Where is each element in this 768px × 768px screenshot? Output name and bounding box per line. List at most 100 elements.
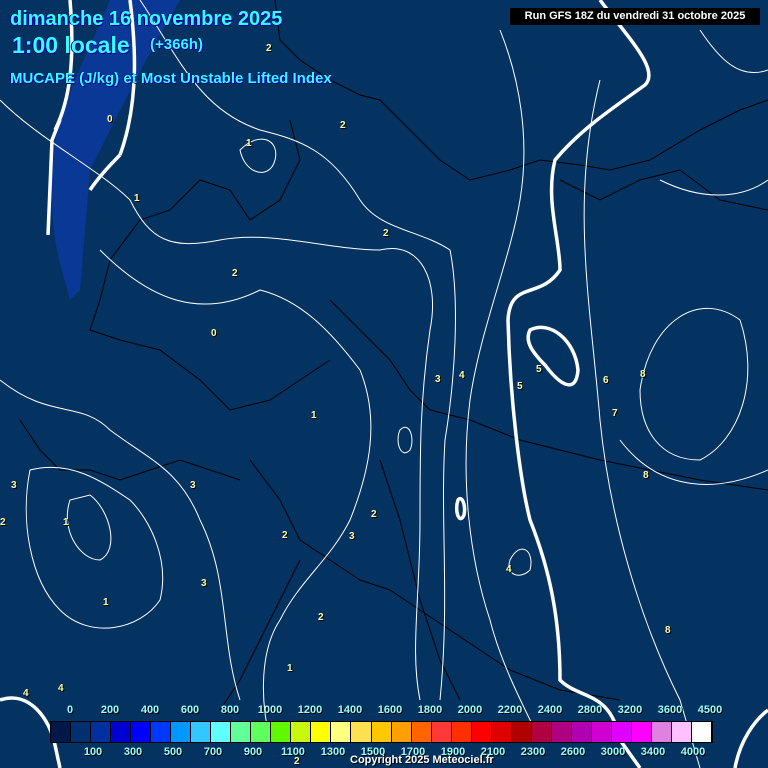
legend-swatch [611,722,632,742]
legend-swatch [251,722,272,742]
contour-label: 1 [311,410,317,421]
contour-label: 3 [190,480,196,491]
forecast-time: 1:00 locale [12,32,130,58]
contour-label: 8 [665,625,671,636]
legend-label-top: 1000 [257,704,283,716]
contour-label: 0 [107,114,113,125]
legend-label-top: 1800 [417,704,443,716]
legend-label-bottom: 1300 [320,746,346,758]
legend-label-top: 3200 [617,704,643,716]
legend-label-bottom: 500 [163,746,183,758]
legend-label-bottom: 100 [83,746,103,758]
forecast-date: dimanche 16 novembre 2025 [10,8,283,30]
legend-swatch [391,722,412,742]
legend-swatch [531,722,552,742]
contour-label: 4 [58,683,64,694]
legend-label-top: 800 [220,704,240,716]
legend-swatch [131,722,152,742]
legend-swatch [171,722,192,742]
legend-swatch [491,722,512,742]
legend-swatch [692,722,713,742]
contour-label: 1 [63,517,69,528]
contour-label: 1 [246,138,252,149]
contour-label: 3 [11,480,17,491]
legend-label-top: 2800 [577,704,603,716]
legend-swatch [551,722,572,742]
contour-label: 1 [287,663,293,674]
legend-swatch [231,722,252,742]
legend-label-top: 2400 [537,704,563,716]
legend-swatch [651,722,672,742]
contour-label: 1 [103,597,109,608]
contour-label: 2 [0,517,6,528]
legend-label-bottom: 3000 [600,746,626,758]
legend-label-top: 1400 [337,704,363,716]
legend-label-bottom: 4000 [680,746,706,758]
contour-label: 2 [232,268,238,279]
legend-swatch [211,722,232,742]
legend-swatch [191,722,212,742]
legend-swatch [151,722,172,742]
legend-label-top: 1600 [377,704,403,716]
weather-map [0,0,768,768]
contour-label: 8 [643,470,649,481]
contour-label: 4 [459,370,465,381]
legend-swatch [71,722,92,742]
legend-swatch [271,722,292,742]
contour-label: 3 [349,531,355,542]
legend-label-top: 2200 [497,704,523,716]
forecast-lead-time: (+366h) [150,36,203,53]
legend-swatch [91,722,112,742]
contour-label: 3 [435,374,441,385]
legend-label-bottom: 2600 [560,746,586,758]
copyright: Copyright 2025 Meteociel.fr [350,754,494,766]
contour-label: 2 [371,509,377,520]
contour-label: 7 [612,408,618,419]
contour-label: 4 [506,564,512,575]
legend-label-top: 0 [66,704,74,716]
legend-label-top: 1200 [297,704,323,716]
legend-label-bottom: 3400 [640,746,666,758]
legend-swatch [331,722,352,742]
model-run-info: Run GFS 18Z du vendredi 31 octobre 2025 [510,8,760,25]
contour-label: 0 [211,328,217,339]
legend-swatch [291,722,312,742]
legend-swatch [351,722,372,742]
legend-label-bottom: 1100 [281,746,305,758]
legend-swatch [631,722,652,742]
legend-swatch [591,722,612,742]
legend-label-bottom: 900 [243,746,263,758]
contour-label: 2 [318,612,324,623]
legend-label-top: 2000 [457,704,483,716]
legend-label-bottom: 300 [123,746,143,758]
contour-label: 3 [201,578,207,589]
contour-label: 2 [383,228,389,239]
contour-label: 6 [603,375,609,386]
legend-swatch [411,722,432,742]
legend-swatch [111,722,132,742]
contour-label: 1 [134,193,140,204]
contour-label: 2 [282,530,288,541]
parameter-title: MUCAPE (J/kg) et Most Unstable Lifted In… [10,70,332,87]
contour-label: 8 [640,369,646,380]
legend-label-bottom: 2300 [520,746,546,758]
legend-swatch [51,722,72,742]
contour-label: 2 [340,120,346,131]
legend-label-top: 400 [140,704,160,716]
legend-swatch [311,722,332,742]
legend-label-top: 4500 [697,704,723,716]
legend-swatch [471,722,492,742]
contour-label: 4 [23,688,29,699]
legend-label-top: 200 [100,704,120,716]
contour-label: 5 [517,381,523,392]
legend-swatch [431,722,452,742]
legend-label-top: 3600 [657,704,683,716]
legend-swatch [451,722,472,742]
legend-swatch [511,722,532,742]
legend-swatch [671,722,692,742]
legend-swatch [571,722,592,742]
color-legend [50,721,713,743]
contour-label: 5 [536,364,542,375]
contour-label: 2 [266,43,272,54]
legend-label-top: 600 [180,704,200,716]
